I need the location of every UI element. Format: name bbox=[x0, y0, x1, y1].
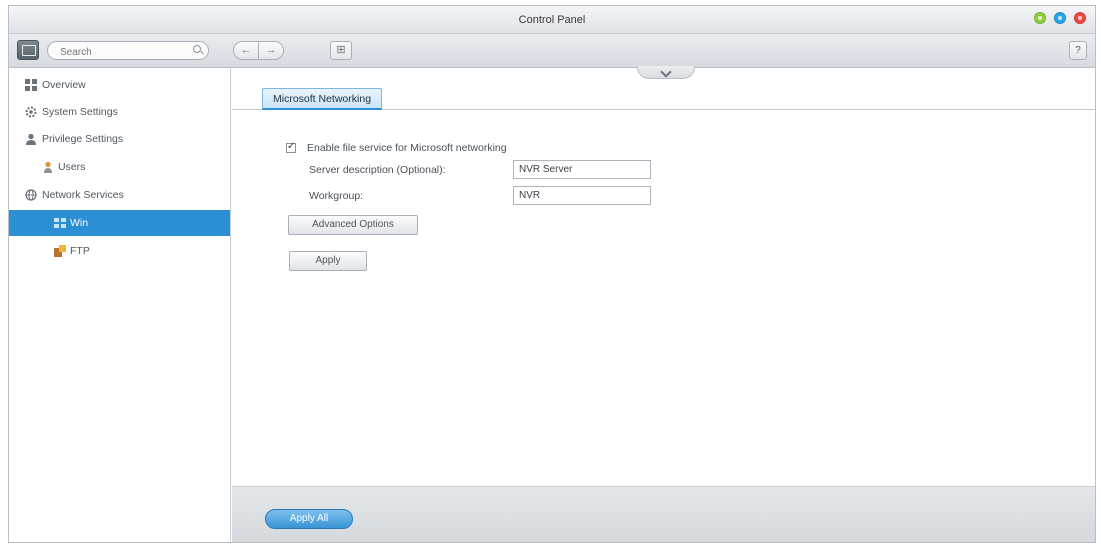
sidebar-item-ftp[interactable]: FTP bbox=[9, 238, 230, 264]
sidebar-item-label: Users bbox=[58, 161, 86, 173]
server-description-label: Server description (Optional): bbox=[309, 164, 446, 176]
network-share-icon bbox=[54, 218, 66, 228]
overview-icon bbox=[25, 79, 37, 91]
footer-bar: Apply All bbox=[232, 486, 1095, 542]
sidebar-item-label: Network Services bbox=[42, 189, 124, 201]
apply-all-button[interactable]: Apply All bbox=[265, 509, 353, 529]
main-panel: Microsoft Networking Enable file service… bbox=[232, 66, 1095, 486]
sidebar-item-label: Overview bbox=[42, 79, 86, 91]
server-description-input[interactable] bbox=[513, 160, 651, 179]
workgroup-input[interactable] bbox=[513, 186, 651, 205]
gear-icon bbox=[25, 106, 37, 118]
enable-file-service-checkbox[interactable] bbox=[286, 141, 296, 153]
sidebar-item-label: System Settings bbox=[42, 106, 118, 118]
sidebar-item-overview[interactable]: Overview bbox=[9, 72, 230, 98]
close-button[interactable] bbox=[1074, 12, 1086, 24]
sidebar: Overview System Settings Privilege Setti… bbox=[9, 68, 231, 542]
tab-microsoft-networking[interactable]: Microsoft Networking bbox=[262, 88, 383, 110]
title-bar: Control Panel bbox=[9, 6, 1095, 34]
user-icon bbox=[44, 161, 52, 173]
workgroup-label: Workgroup: bbox=[309, 190, 364, 202]
maximize-button[interactable] bbox=[1054, 12, 1066, 24]
sidebar-item-win[interactable]: Win bbox=[9, 210, 230, 236]
search-input[interactable] bbox=[47, 41, 209, 60]
search-icon[interactable] bbox=[193, 45, 201, 53]
control-panel-window: Control Panel ← → ⊞ ? Overview System Se… bbox=[8, 5, 1096, 543]
sidebar-item-privilege-settings[interactable]: Privilege Settings bbox=[9, 126, 230, 152]
minimize-button[interactable] bbox=[1034, 12, 1046, 24]
window-title: Control Panel bbox=[518, 14, 586, 26]
sidebar-item-label: Privilege Settings bbox=[42, 133, 124, 145]
collapse-toggle[interactable] bbox=[637, 66, 695, 79]
sidebar-item-network-services[interactable]: Network Services bbox=[9, 182, 230, 208]
back-button[interactable]: ← bbox=[233, 41, 259, 60]
ftp-icon bbox=[54, 245, 66, 257]
sidebar-item-users[interactable]: Users bbox=[9, 154, 230, 180]
sidebar-item-system-settings[interactable]: System Settings bbox=[9, 99, 230, 125]
sidebar-item-label: FTP bbox=[70, 245, 90, 257]
advanced-options-button[interactable]: Advanced Options bbox=[288, 215, 418, 235]
enable-file-service-label: Enable file service for Microsoft networ… bbox=[307, 142, 507, 154]
sidebar-item-label: Win bbox=[70, 217, 89, 229]
forward-button[interactable]: → bbox=[258, 41, 284, 60]
globe-icon bbox=[25, 189, 37, 201]
user-icon bbox=[26, 133, 36, 145]
tab-strip: Microsoft Networking bbox=[232, 86, 1095, 110]
toolbar: ← → ⊞ ? bbox=[9, 34, 1095, 68]
apply-button[interactable]: Apply bbox=[289, 251, 367, 271]
help-button[interactable]: ? bbox=[1069, 41, 1087, 60]
control-panel-icon[interactable] bbox=[17, 40, 39, 60]
grid-view-button[interactable]: ⊞ bbox=[330, 41, 352, 60]
